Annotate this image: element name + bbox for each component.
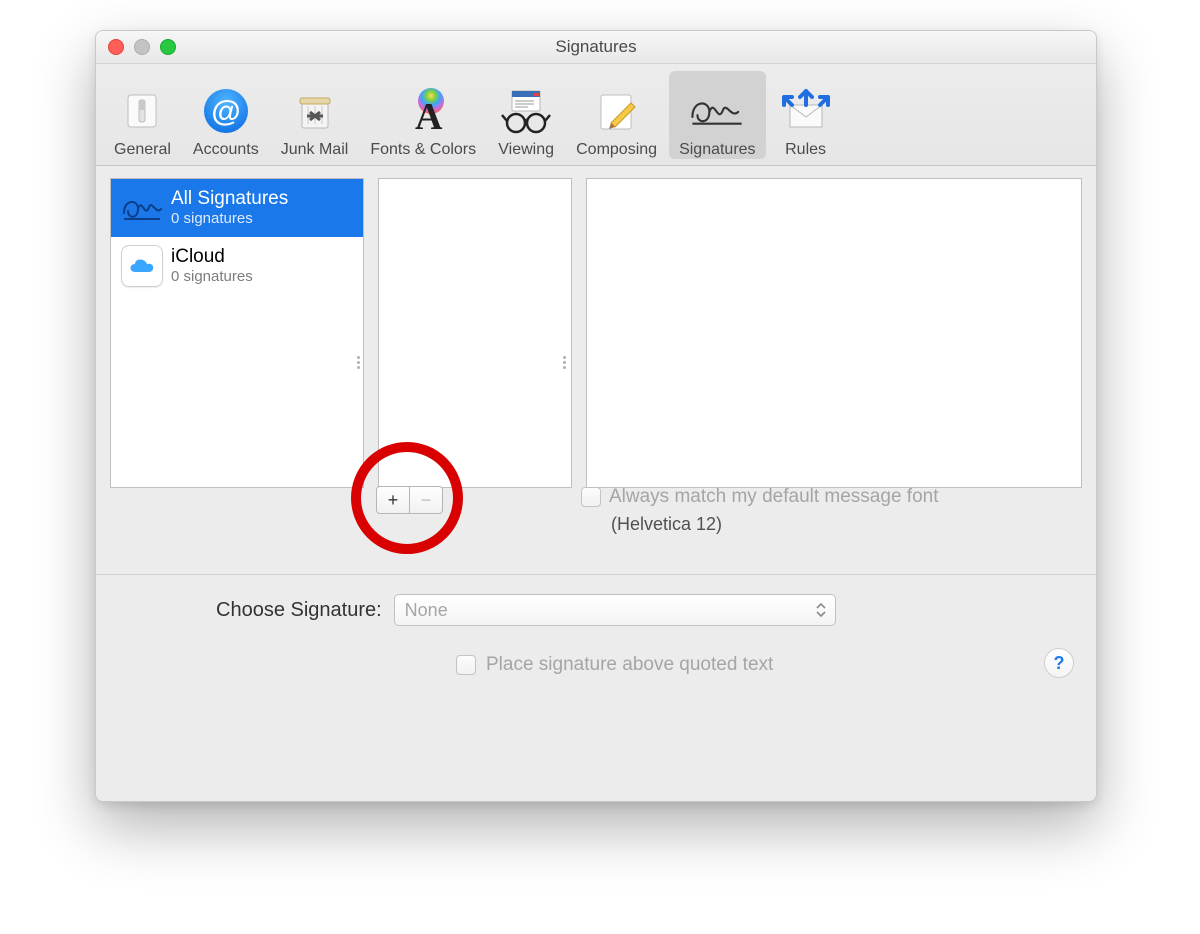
signature-icon <box>689 83 745 139</box>
tab-label: Signatures <box>679 141 756 159</box>
accounts-list[interactable]: All Signatures 0 signatures <box>110 178 364 488</box>
signature-icon <box>121 187 163 229</box>
signature-editor[interactable] <box>586 178 1082 488</box>
choose-signature-label: Choose Signature: <box>216 599 382 622</box>
svg-text:@: @ <box>211 95 240 128</box>
tab-rules[interactable]: Rules <box>768 71 844 159</box>
tab-label: Rules <box>785 141 826 159</box>
tab-junk-mail[interactable]: Junk Mail <box>271 71 359 159</box>
tab-label: General <box>114 141 171 159</box>
window-title: Signatures <box>96 37 1096 57</box>
compose-icon <box>589 83 645 139</box>
account-title: iCloud <box>171 246 253 268</box>
tab-label: Viewing <box>498 141 554 159</box>
resize-handle[interactable] <box>560 352 568 372</box>
add-remove-control: + − <box>376 486 443 514</box>
tab-composing[interactable]: Composing <box>566 71 667 159</box>
place-above-checkbox <box>456 655 476 675</box>
tab-label: Accounts <box>193 141 259 159</box>
at-sign-icon: @ <box>198 83 254 139</box>
place-above-row: Place signature above quoted text <box>456 654 773 676</box>
account-icloud[interactable]: iCloud 0 signatures <box>111 237 363 295</box>
account-subtitle: 0 signatures <box>171 268 253 286</box>
zoom-button[interactable] <box>160 39 176 55</box>
rules-icon <box>778 83 834 139</box>
match-font-row: Always match my default message font (He… <box>581 486 938 535</box>
switch-icon <box>114 83 170 139</box>
resize-handle[interactable] <box>354 352 362 372</box>
place-above-label: Place signature above quoted text <box>486 654 773 676</box>
tab-label: Composing <box>576 141 657 159</box>
remove-signature-button[interactable]: − <box>409 486 443 514</box>
svg-text:A: A <box>415 96 443 137</box>
add-signature-button[interactable]: + <box>376 486 410 514</box>
match-font-checkbox <box>581 487 601 507</box>
trash-icon <box>287 83 343 139</box>
tab-general[interactable]: General <box>104 71 181 159</box>
tab-label: Fonts & Colors <box>370 141 476 159</box>
close-button[interactable] <box>108 39 124 55</box>
help-button[interactable]: ? <box>1044 648 1074 678</box>
tab-accounts[interactable]: @ Accounts <box>183 71 269 159</box>
icloud-icon <box>121 245 163 287</box>
tab-fonts-colors[interactable]: A Fonts & Colors <box>360 71 486 159</box>
chevron-up-down-icon <box>813 599 829 621</box>
fonts-icon: A <box>395 83 451 139</box>
match-font-label: Always match my default message font <box>609 486 938 508</box>
match-font-value: (Helvetica 12) <box>611 514 938 535</box>
tab-label: Junk Mail <box>281 141 349 159</box>
tab-signatures[interactable]: Signatures <box>669 71 766 159</box>
choose-signature-value: None <box>405 600 448 621</box>
titlebar: Signatures <box>96 31 1096 64</box>
minimize-button[interactable] <box>134 39 150 55</box>
window-controls <box>108 39 176 55</box>
divider <box>96 574 1096 575</box>
preferences-toolbar: General @ Accounts <box>96 64 1096 166</box>
tab-viewing[interactable]: Viewing <box>488 71 564 159</box>
preferences-window: Signatures General <box>95 30 1097 802</box>
choose-signature-popup[interactable]: None <box>394 594 836 626</box>
account-all-signatures[interactable]: All Signatures 0 signatures <box>111 179 363 237</box>
signatures-list[interactable] <box>378 178 572 488</box>
content-area: All Signatures 0 signatures <box>96 166 1096 488</box>
account-title: All Signatures <box>171 188 288 210</box>
account-subtitle: 0 signatures <box>171 210 288 228</box>
glasses-icon <box>498 83 554 139</box>
